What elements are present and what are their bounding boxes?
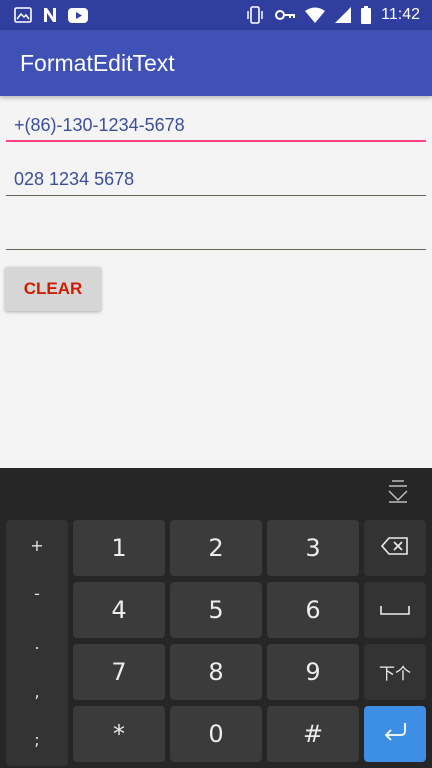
landline-number-value: 028 1234 5678: [14, 169, 135, 189]
space-key[interactable]: [364, 582, 426, 638]
backspace-key[interactable]: [364, 520, 426, 576]
symbol-key-semicolon[interactable]: ;: [6, 730, 68, 749]
symbol-column[interactable]: + - . , ;: [6, 520, 68, 766]
key-4[interactable]: 4: [73, 582, 165, 638]
clear-button[interactable]: CLEAR: [5, 267, 101, 311]
status-bar: 11:42: [0, 0, 432, 30]
key-8[interactable]: 8: [170, 644, 262, 700]
next-key[interactable]: 下个: [364, 644, 426, 700]
symbol-key-dot[interactable]: .: [6, 634, 68, 653]
phone-number-field[interactable]: +(86)-130-1234-5678: [6, 112, 426, 142]
key-hash[interactable]: #: [267, 706, 359, 762]
empty-text-field[interactable]: [6, 220, 426, 250]
key-2[interactable]: 2: [170, 520, 262, 576]
status-left: [14, 7, 88, 23]
key-9[interactable]: 9: [267, 644, 359, 700]
youtube-icon: [68, 7, 88, 23]
backspace-icon: [380, 537, 409, 559]
status-right: 11:42: [245, 6, 420, 24]
numeric-keyboard: + - . , ; 1 2 3 4 5 6 7 8 9 下个 * 0 #: [0, 468, 432, 768]
key-icon: [275, 9, 296, 21]
battery-icon: [361, 6, 372, 24]
vibrate-icon: [245, 6, 265, 24]
symbol-key-comma[interactable]: ,: [6, 682, 68, 701]
signal-icon: [335, 7, 352, 23]
hide-keyboard-icon[interactable]: [386, 478, 410, 504]
app-bar: FormatEditText: [0, 30, 432, 96]
key-6[interactable]: 6: [267, 582, 359, 638]
enter-icon: [381, 721, 409, 747]
key-5[interactable]: 5: [170, 582, 262, 638]
key-3[interactable]: 3: [267, 520, 359, 576]
status-time: 11:42: [381, 6, 420, 23]
symbol-key-minus[interactable]: -: [6, 584, 68, 603]
image-icon: [14, 7, 32, 23]
n-icon: [42, 7, 58, 23]
landline-number-field[interactable]: 028 1234 5678: [6, 166, 426, 196]
wifi-icon: [305, 7, 326, 23]
key-7[interactable]: 7: [73, 644, 165, 700]
key-0[interactable]: 0: [170, 706, 262, 762]
symbol-key-plus[interactable]: +: [6, 536, 68, 555]
key-1[interactable]: 1: [73, 520, 165, 576]
phone-number-value: +(86)-130-1234-5678: [14, 115, 185, 135]
screen: 11:42 FormatEditText +(86)-130-1234-5678…: [0, 0, 432, 768]
app-title: FormatEditText: [20, 49, 175, 76]
key-star[interactable]: *: [73, 706, 165, 762]
space-icon: [380, 601, 410, 620]
enter-key[interactable]: [364, 706, 426, 762]
keyboard-toolbar: [0, 468, 432, 514]
